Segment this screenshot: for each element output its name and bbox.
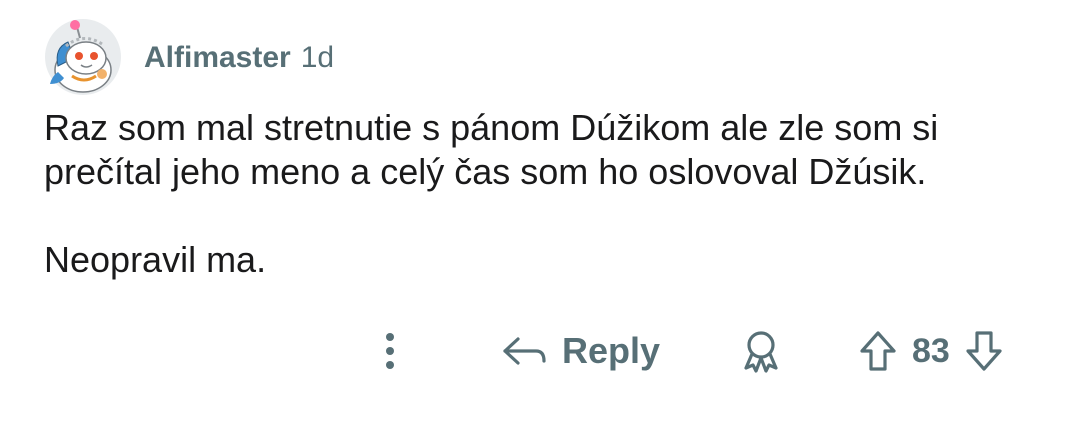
upvote-arrow-icon[interactable] [858, 329, 898, 373]
snoo-avatar-icon [45, 19, 121, 95]
author-name[interactable]: Alfimaster [144, 41, 291, 75]
user-avatar[interactable] [44, 18, 122, 96]
comment-paragraph: Neopravil ma. [44, 239, 267, 280]
comment-meta: Alfimaster 1d [144, 38, 334, 78]
reply-arrow-icon [503, 337, 546, 365]
comment-actions: Reply 83 [0, 322, 1080, 380]
more-options-button[interactable] [372, 322, 408, 380]
comment-timestamp: 1d [300, 41, 335, 74]
reply-label: Reply [562, 330, 661, 371]
vote-count: 83 [912, 331, 950, 370]
comment: Alfimaster 1d Raz som mal stretnutie s p… [0, 0, 1080, 421]
reply-button[interactable]: Reply [500, 322, 660, 380]
comment-paragraph: Raz som mal stretnutie s pánom Dúžikom a… [44, 107, 939, 192]
more-vertical-icon [386, 333, 394, 369]
comment-body: Raz som mal stretnutie s pánom Dúžikom a… [44, 106, 1044, 282]
award-icon [744, 331, 778, 373]
award-button[interactable] [738, 322, 784, 380]
vote-controls: 83 [858, 322, 1004, 380]
downvote-arrow-icon[interactable] [964, 329, 1004, 373]
